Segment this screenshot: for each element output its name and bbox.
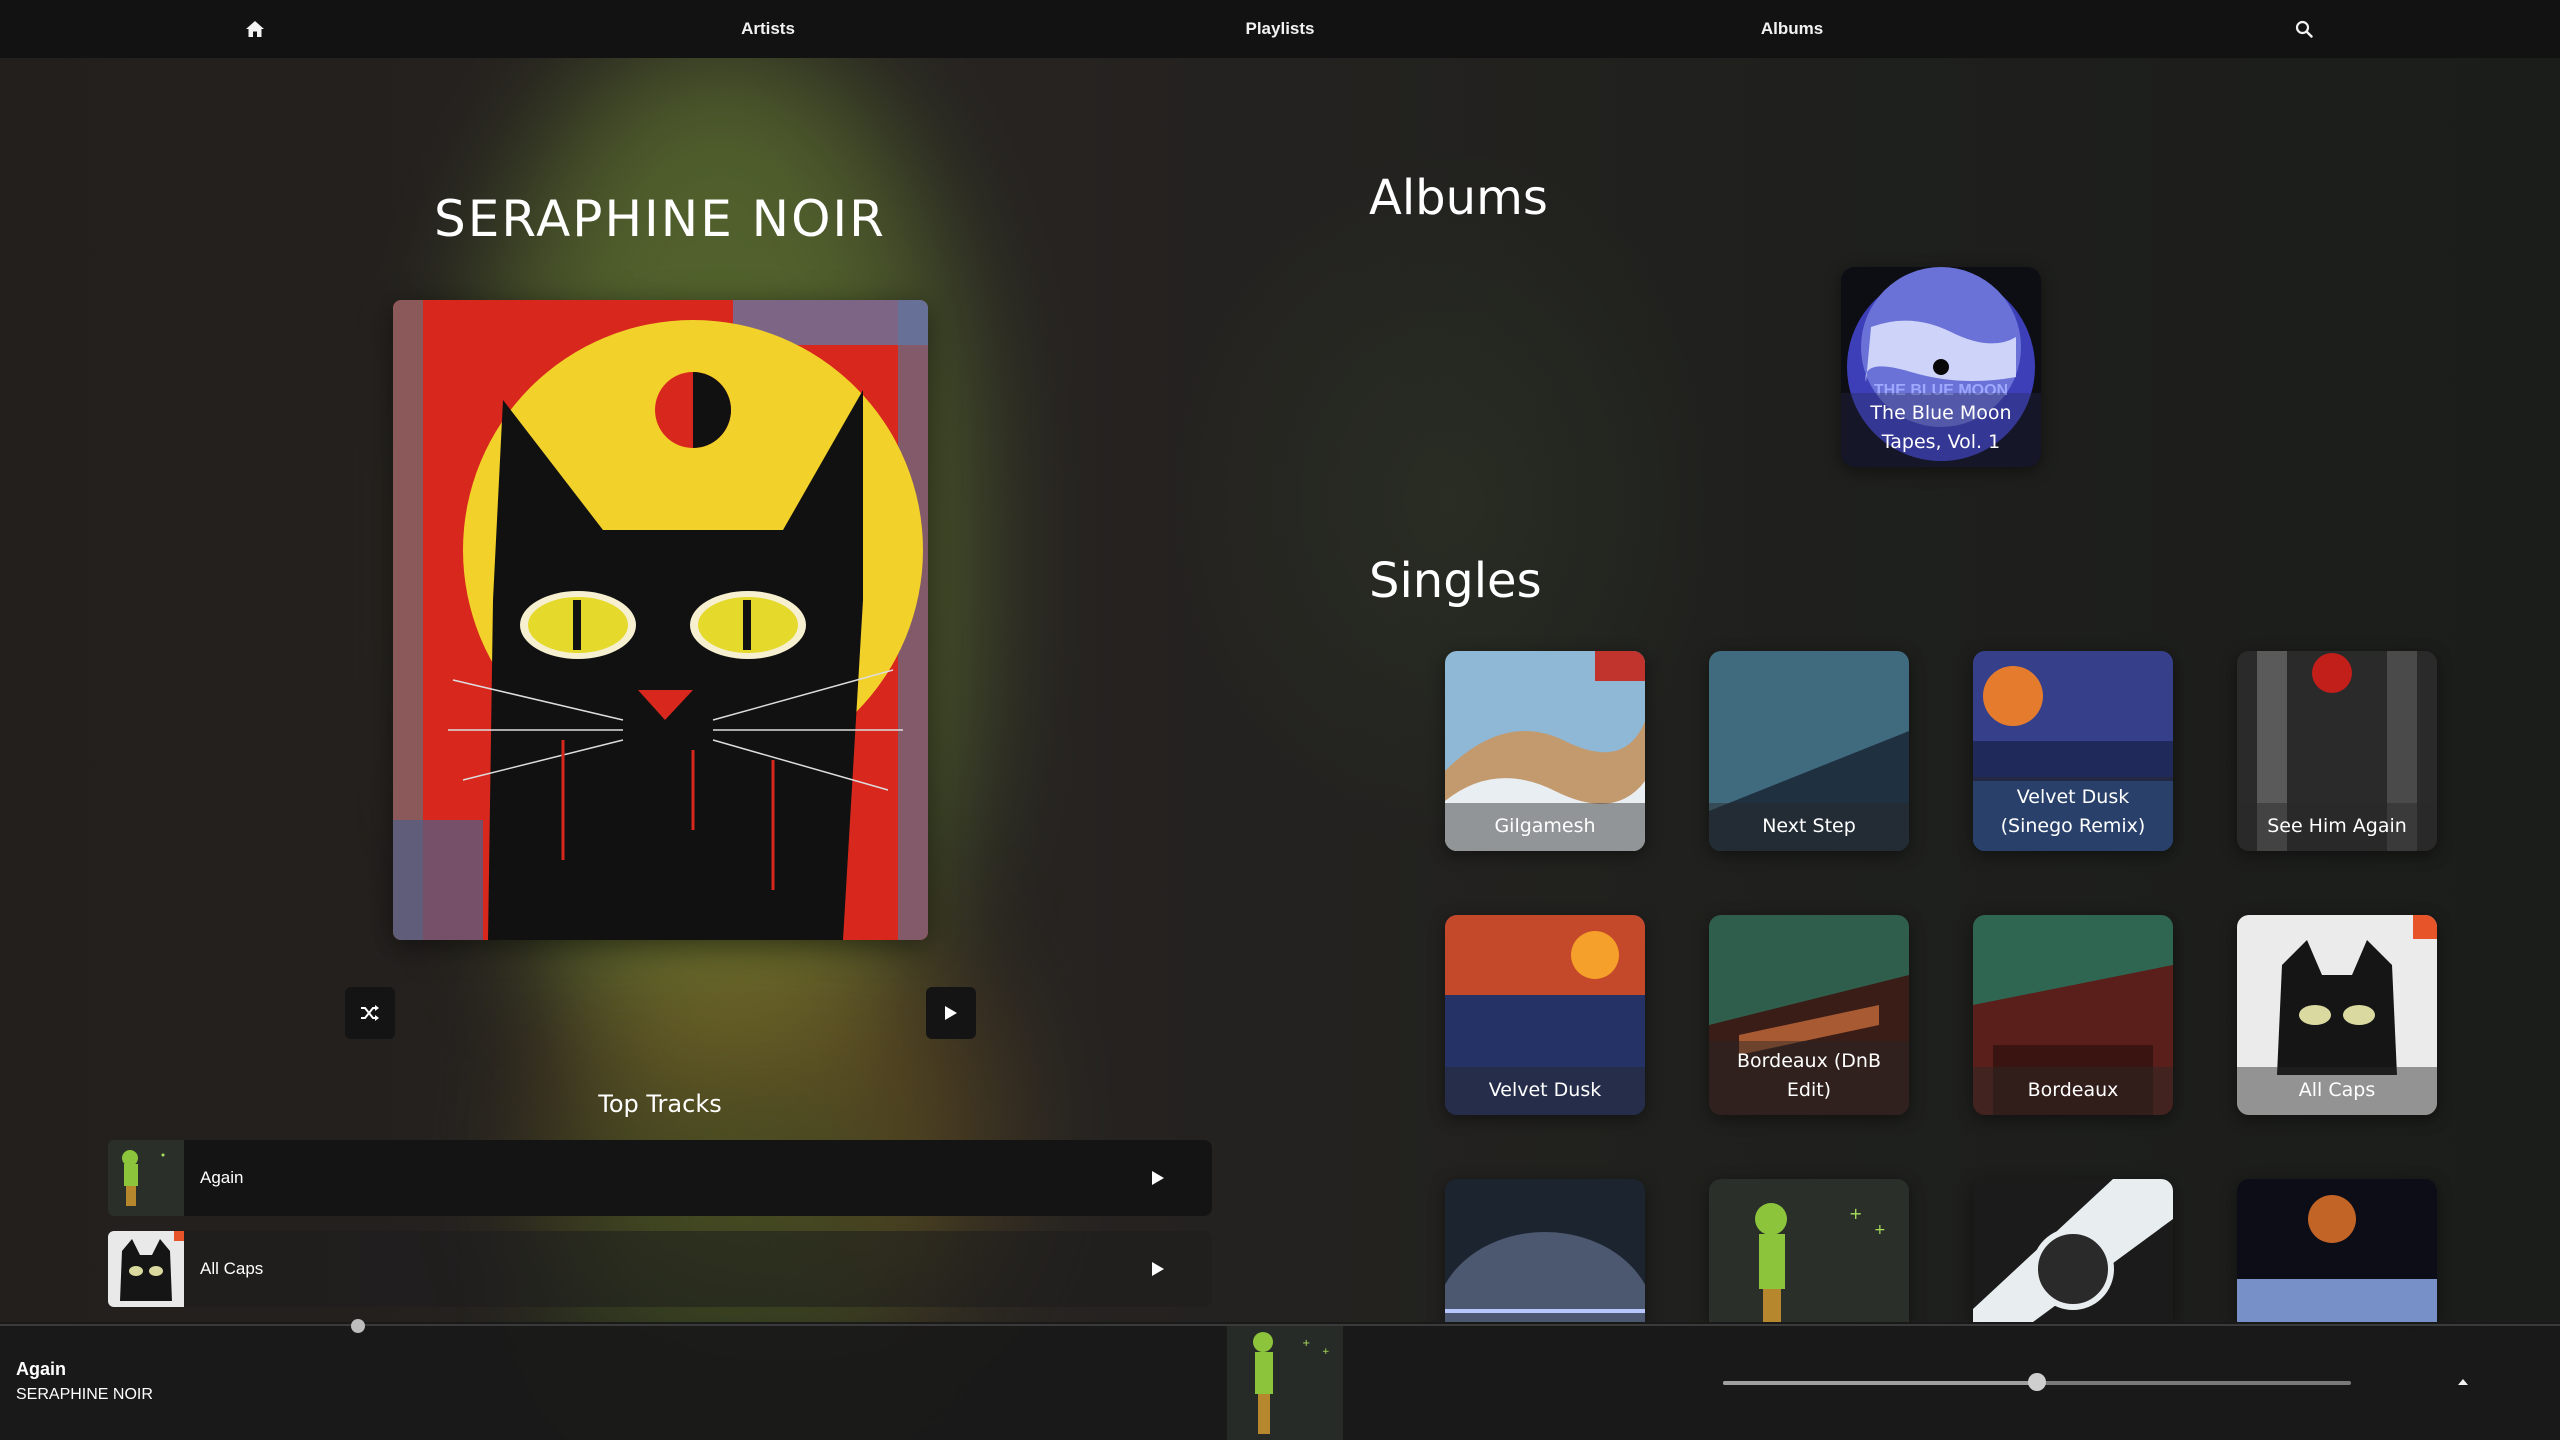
track-title: Again [200, 1168, 244, 1187]
single-tile[interactable]: All Caps [2237, 915, 2437, 1115]
artist-name: SERAPHINE NOIR [434, 190, 886, 248]
svg-text:+: + [1322, 1347, 1330, 1357]
shuffle-button[interactable] [345, 987, 395, 1039]
single-tile[interactable]: Bordeaux (DnB Edit) [1709, 915, 1909, 1115]
single-title [2237, 1274, 2437, 1322]
nav-home[interactable] [225, 0, 285, 58]
expand-player-button[interactable] [2449, 1368, 2477, 1396]
play-icon [1152, 1171, 1164, 1185]
volume-fill [1723, 1381, 2037, 1385]
single-tile[interactable] [1445, 1179, 1645, 1322]
top-tracks-heading: Top Tracks [598, 1090, 722, 1118]
single-tile[interactable] [2237, 1179, 2437, 1322]
nav-search[interactable] [2274, 0, 2334, 58]
track-play-button[interactable] [1128, 1148, 1188, 1208]
svg-text:+: + [1874, 1222, 1886, 1238]
singles-heading: Singles [1369, 553, 1542, 609]
single-tile[interactable] [1973, 1179, 2173, 1322]
track-row[interactable]: Again [108, 1140, 1212, 1216]
single-tile[interactable]: See Him Again [2237, 651, 2437, 851]
album-tile[interactable]: THE BLUE MOON The Blue Moon Tapes, Vol. … [1841, 267, 2041, 467]
track-play-button[interactable] [1128, 1239, 1188, 1299]
single-tile[interactable]: Bordeaux [1973, 915, 2173, 1115]
home-icon [246, 21, 264, 37]
play-artist-button[interactable] [926, 987, 976, 1039]
single-title: Bordeaux (DnB Edit) [1709, 1041, 1909, 1115]
single-tile[interactable]: Gilgamesh [1445, 651, 1645, 851]
single-title: Bordeaux [1973, 1067, 2173, 1115]
albums-heading: Albums [1369, 170, 1548, 226]
single-title: Velvet Dusk (Sinego Remix) [1973, 777, 2173, 851]
single-tile[interactable]: + + [1709, 1179, 1909, 1322]
now-playing-title: Again [16, 1359, 67, 1379]
chevron-up-icon [2458, 1379, 2468, 1385]
album-title: The Blue Moon Tapes, Vol. 1 [1841, 393, 2041, 467]
single-tile[interactable]: Next Step [1709, 651, 1909, 851]
svg-text:+: + [1849, 1204, 1862, 1223]
single-title [1973, 1274, 2173, 1322]
artist-artwork [393, 300, 928, 940]
top-nav: Artists Playlists Albums [0, 0, 2560, 58]
nav-playlists[interactable]: Playlists [1220, 0, 1340, 58]
now-playing-artist: SERAPHINE NOIR [16, 1386, 153, 1403]
single-title: See Him Again [2237, 803, 2437, 851]
single-title: All Caps [2237, 1067, 2437, 1115]
nav-albums[interactable]: Albums [1732, 0, 1852, 58]
single-title [1445, 1274, 1645, 1322]
single-title: Velvet Dusk [1445, 1067, 1645, 1115]
nav-artists[interactable]: Artists [708, 0, 828, 58]
track-title: All Caps [200, 1259, 264, 1278]
track-row[interactable]: All Caps [108, 1231, 1212, 1307]
search-icon [2295, 20, 2313, 38]
track-thumbnail [108, 1231, 184, 1307]
shuffle-icon [361, 1005, 379, 1021]
single-tile[interactable]: Velvet Dusk [1445, 915, 1645, 1115]
single-title: Gilgamesh [1445, 803, 1645, 851]
play-icon [1152, 1262, 1164, 1276]
play-icon [945, 1006, 957, 1020]
single-title [1709, 1274, 1909, 1322]
track-thumbnail [108, 1140, 184, 1216]
single-tile[interactable]: Velvet Dusk (Sinego Remix) [1973, 651, 2173, 851]
volume-handle[interactable] [2028, 1373, 2046, 1391]
svg-text:+: + [1302, 1338, 1310, 1349]
now-playing-artwork[interactable]: + + [1227, 1326, 1343, 1440]
single-title: Next Step [1709, 803, 1909, 851]
